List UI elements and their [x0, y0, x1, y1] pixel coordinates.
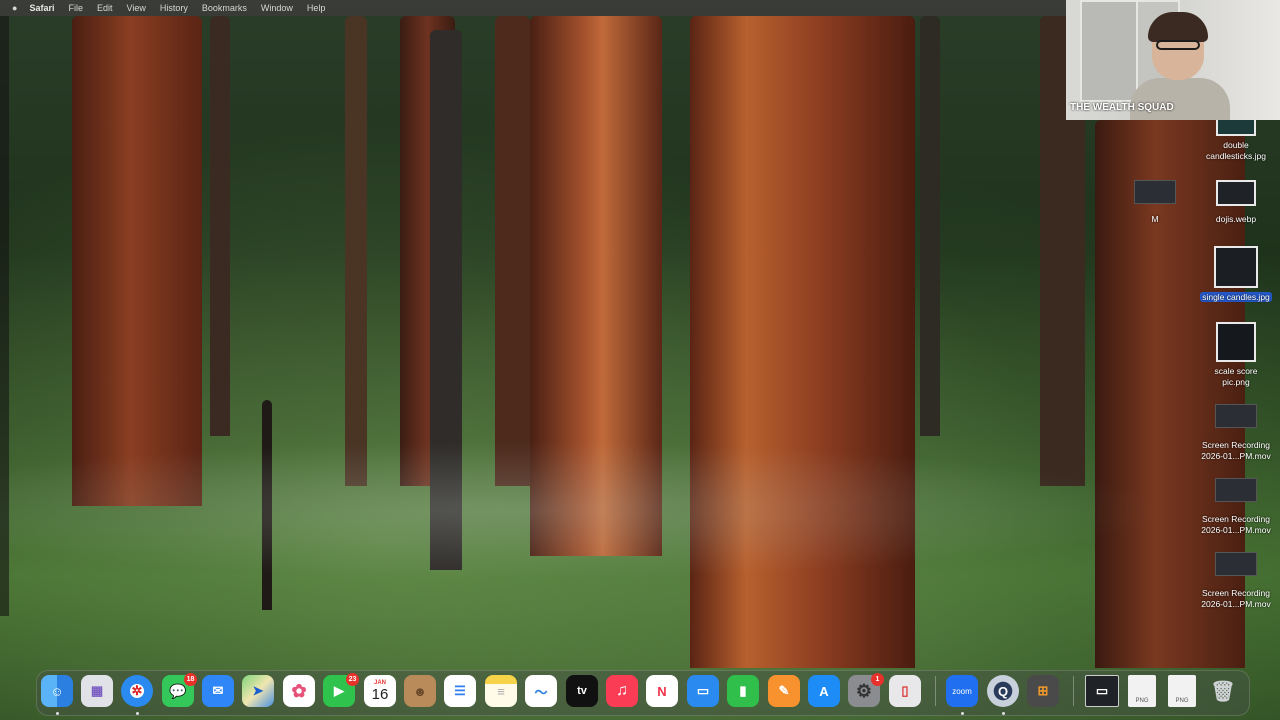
apple-menu-icon[interactable]: ●: [12, 3, 17, 13]
photos-icon[interactable]: ✿: [283, 675, 315, 707]
file-label: dojis.webp: [1215, 214, 1257, 224]
desktop-file-screen-recording-1[interactable]: Screen Recording 2026-01...PM.mov: [1194, 404, 1278, 462]
reminders-icon[interactable]: ☰: [444, 675, 476, 707]
folder-stack-icon[interactable]: ▭: [1085, 675, 1119, 707]
app-store-icon[interactable]: A: [808, 675, 840, 707]
file-label: double candlesticks.jpg: [1205, 140, 1266, 161]
image-thumbnail-icon: [1216, 120, 1256, 136]
running-indicator: [1002, 712, 1005, 715]
window-edge: [0, 16, 9, 616]
messages-badge: 18: [184, 673, 197, 686]
mail-icon[interactable]: ✉: [202, 675, 234, 707]
pages-icon[interactable]: ✎: [768, 675, 800, 707]
freeform-icon[interactable]: 〜: [525, 675, 557, 707]
tree-trunk: [210, 16, 230, 436]
file-label: Screen Recording 2026-01...PM.mov: [1201, 514, 1271, 535]
webcam-label: THE WEALTH SQUAD: [1070, 102, 1174, 113]
calculator-icon[interactable]: ⊞: [1027, 675, 1059, 707]
menu-file[interactable]: File: [68, 3, 83, 13]
desktop-file-m[interactable]: M: [1113, 180, 1197, 225]
contacts-icon[interactable]: ☻: [404, 675, 436, 707]
desktop-file-double-candlesticks[interactable]: double candlesticks.jpg: [1194, 120, 1278, 162]
tree-trunk: [495, 16, 530, 486]
system-settings-badge: 1: [871, 673, 884, 686]
png-file-icon[interactable]: PNG: [1168, 675, 1196, 707]
iphone-mirroring-icon[interactable]: ▯: [889, 675, 921, 707]
menu-edit[interactable]: Edit: [97, 3, 113, 13]
presenter-hair: [1148, 12, 1208, 42]
finder-icon[interactable]: ☺: [41, 675, 73, 707]
tree-trunk: [920, 16, 940, 436]
image-thumbnail-icon: [1216, 322, 1256, 362]
menu-history[interactable]: History: [160, 3, 188, 13]
menu-bookmarks[interactable]: Bookmarks: [202, 3, 247, 13]
file-label: Screen Recording 2026-01...PM.mov: [1201, 588, 1271, 609]
video-thumbnail-icon: [1215, 552, 1257, 576]
calendar-day: 16: [371, 685, 389, 703]
video-thumbnail-icon: [1134, 180, 1176, 204]
video-thumbnail-icon: [1215, 404, 1257, 428]
desktop-file-scale-score[interactable]: scale score pic.png: [1194, 322, 1278, 388]
facetime-badge: 23: [346, 673, 359, 686]
desktop-file-screen-recording-2[interactable]: Screen Recording 2026-01...PM.mov: [1194, 478, 1278, 536]
file-label: single candles.jpg: [1194, 292, 1278, 303]
running-indicator: [136, 712, 139, 715]
video-thumbnail-icon: [1215, 478, 1257, 502]
running-indicator: [961, 712, 964, 715]
notes-icon[interactable]: ≡: [485, 675, 517, 707]
menu-view[interactable]: View: [126, 3, 145, 13]
image-thumbnail-icon: [1214, 246, 1258, 288]
menu-app-name[interactable]: Safari: [29, 3, 54, 13]
background-cabinet: [1080, 0, 1142, 102]
menu-help[interactable]: Help: [307, 3, 326, 13]
desktop-file-dojis[interactable]: dojis.webp: [1194, 180, 1278, 225]
numbers-icon[interactable]: ▮: [727, 675, 759, 707]
calendar-icon[interactable]: JAN 16: [364, 675, 396, 707]
trash-icon[interactable]: 🗑: [1208, 675, 1238, 707]
file-label: M: [1151, 214, 1159, 224]
apple-tv-icon[interactable]: tv: [566, 675, 598, 707]
launchpad-icon[interactable]: ▦: [81, 675, 113, 707]
music-icon[interactable]: ♫: [606, 675, 638, 707]
desktop-file-single-candles[interactable]: single candles.jpg: [1194, 246, 1278, 303]
running-indicator: [56, 712, 59, 715]
image-thumbnail-icon: [1216, 180, 1256, 206]
presenter-body: [1130, 78, 1230, 120]
png-file-icon[interactable]: PNG: [1128, 675, 1156, 707]
presenter-glasses: [1156, 40, 1200, 50]
maps-icon[interactable]: ➤: [242, 675, 274, 707]
zoom-icon[interactable]: zoom: [946, 675, 978, 707]
webcam-overlay: THE WEALTH SQUAD: [1066, 0, 1280, 120]
dock-separator: [935, 676, 936, 706]
menu-bar: ● Safari File Edit View History Bookmark…: [0, 0, 1066, 16]
menu-window[interactable]: Window: [261, 3, 293, 13]
file-label: Screen Recording 2026-01...PM.mov: [1201, 440, 1271, 461]
file-label: scale score pic.png: [1214, 366, 1258, 387]
fog: [0, 430, 1280, 590]
keynote-icon[interactable]: ▭: [687, 675, 719, 707]
selected-file-label: single candles.jpg: [1200, 292, 1272, 302]
news-icon[interactable]: N: [646, 675, 678, 707]
desktop-file-screen-recording-3[interactable]: Screen Recording 2026-01...PM.mov: [1194, 552, 1278, 610]
dock-separator: [1073, 676, 1074, 706]
safari-icon[interactable]: ✲: [121, 675, 153, 707]
tree-trunk: [345, 16, 367, 486]
quicktime-icon[interactable]: Q: [987, 675, 1019, 707]
